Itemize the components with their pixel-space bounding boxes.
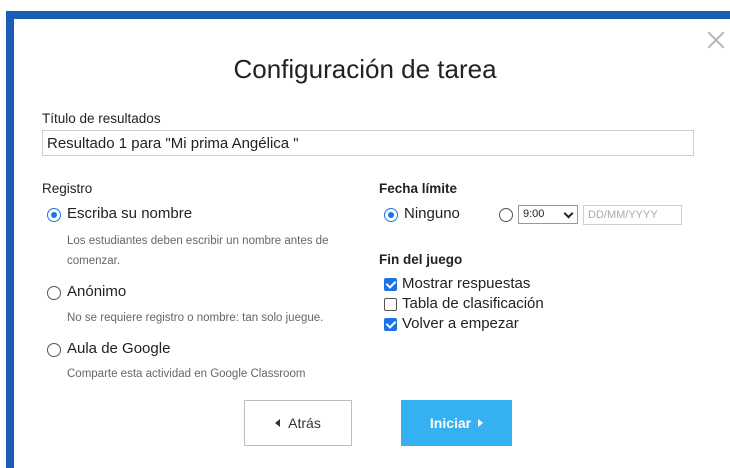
- radio-name[interactable]: [47, 208, 61, 222]
- end-game-label: Fin del juego: [379, 252, 463, 267]
- start-button[interactable]: Iniciar: [401, 400, 512, 446]
- date-input[interactable]: DD/MM/YYYY: [583, 205, 682, 225]
- back-button-label: Atrás: [288, 415, 321, 431]
- radio-deadline-none[interactable]: [384, 208, 398, 222]
- start-button-label: Iniciar: [429, 415, 472, 431]
- registro-option-anonymous-hint: No se requiere registro o nombre: tan so…: [67, 312, 324, 324]
- deadline-label: Fecha límite: [379, 181, 458, 196]
- time-select-value: 9:00: [523, 208, 545, 220]
- show-answers-label: Mostrar respuestas: [402, 275, 531, 292]
- caret-right-icon: [478, 419, 484, 427]
- window-frame-top: [6, 11, 730, 19]
- registro-option-name-hint: Los estudiantes deben escribir un nombre…: [67, 235, 329, 267]
- registro-label: Registro: [42, 181, 93, 196]
- deadline-none-label: Ninguno: [404, 205, 460, 222]
- checkbox-show-answers[interactable]: [384, 278, 397, 291]
- close-icon[interactable]: [706, 30, 726, 50]
- checkbox-restart[interactable]: [384, 318, 397, 331]
- registro-option-google-label: Aula de Google: [67, 340, 171, 357]
- time-select[interactable]: 9:00: [518, 205, 578, 224]
- back-button[interactable]: Atrás: [244, 400, 352, 446]
- radio-deadline-date[interactable]: [499, 208, 513, 222]
- leaderboard-label: Tabla de clasificación: [402, 295, 544, 312]
- registro-option-google-hint: Comparte esta actividad en Google Classr…: [67, 368, 306, 380]
- results-title-label: Título de resultados: [42, 111, 161, 126]
- results-title-input[interactable]: [42, 130, 694, 156]
- registro-option-name-label: Escriba su nombre: [67, 205, 193, 222]
- caret-left-icon: [275, 419, 281, 427]
- checkbox-leaderboard[interactable]: [384, 298, 397, 311]
- radio-google[interactable]: [47, 343, 61, 357]
- registro-option-anonymous-label: Anónimo: [67, 283, 127, 300]
- restart-label: Volver a empezar: [402, 315, 519, 332]
- dialog-title: Configuración de tarea: [233, 54, 497, 84]
- radio-anonymous[interactable]: [47, 286, 61, 300]
- chevron-down-icon: [563, 208, 574, 219]
